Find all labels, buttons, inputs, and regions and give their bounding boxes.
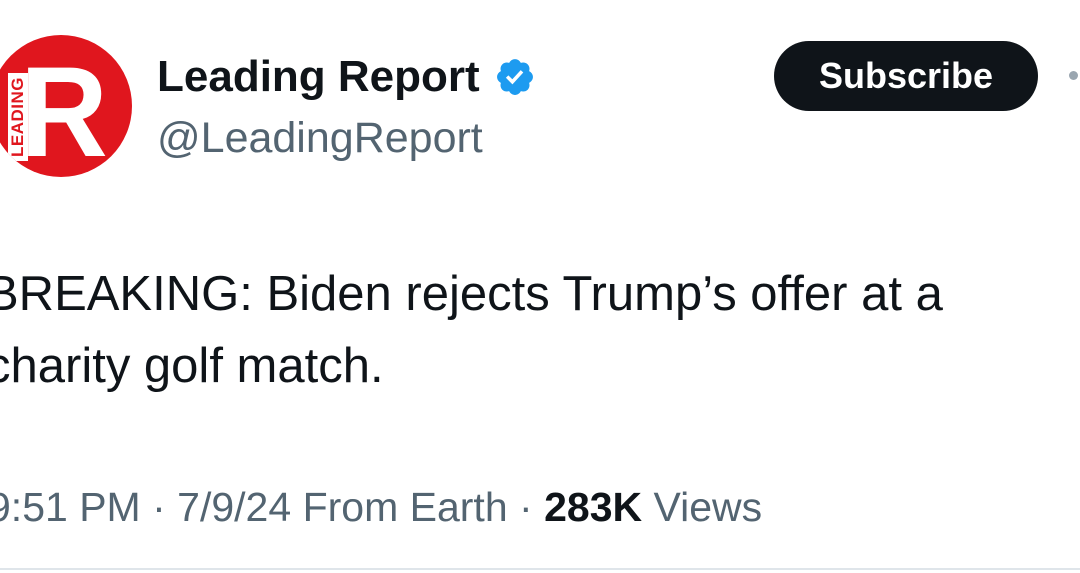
tweet-date[interactable]: 7/9/24 xyxy=(177,484,291,530)
tweet-text: BREAKING: Biden rejects Trump’s offer at… xyxy=(0,267,943,393)
divider xyxy=(0,568,1080,570)
views-count: 283K xyxy=(544,484,643,530)
tweet-time[interactable]: 9:51 PM xyxy=(0,484,141,530)
more-options-icon[interactable] xyxy=(1069,71,1078,80)
display-name[interactable]: Leading Report xyxy=(157,52,480,102)
avatar-logo-text: LEADING xyxy=(8,73,28,161)
account-handle[interactable]: @LeadingReport xyxy=(157,113,483,163)
tweet-metadata: 9:51 PM · 7/9/24 From Earth · 283K Views xyxy=(0,482,762,532)
subscribe-button[interactable]: Subscribe xyxy=(774,41,1038,111)
avatar[interactable]: R LEADING xyxy=(0,35,132,177)
meta-separator: · xyxy=(519,484,533,530)
avatar-logo-letter: R xyxy=(20,41,108,177)
verified-badge-icon xyxy=(496,59,533,95)
views-label: Views xyxy=(653,484,763,530)
meta-separator: · xyxy=(152,484,166,530)
name-row: Leading Report xyxy=(157,52,536,102)
tweet-source: From Earth xyxy=(302,484,508,530)
